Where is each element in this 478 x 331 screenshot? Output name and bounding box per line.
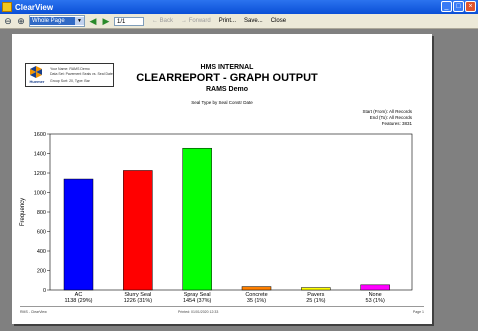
y-tick-label: 1000 [34, 191, 46, 197]
window-title: ClearView [15, 2, 54, 12]
bar-value-label: 1138 (29%) [64, 298, 92, 304]
report-footer: RMS - ClearView Printed: 01/01/2020 12:3… [20, 306, 424, 314]
page-input[interactable]: 1/1 [114, 16, 144, 26]
report-page: Huemer Your Name: RAMS Demo Data Set: Pa… [12, 34, 432, 324]
y-tick-label: 1200 [34, 171, 46, 177]
title-bar: ClearView _ □ × [0, 0, 478, 14]
previous-page-icon[interactable]: ◀ [88, 16, 98, 26]
chevron-down-icon[interactable]: ▼ [75, 17, 84, 25]
bar-value-label: 35 (1%) [247, 298, 266, 304]
plot-frame [49, 133, 413, 291]
bar-value-label: 1454 (37%) [183, 298, 212, 304]
forward-button[interactable]: → Forward [181, 18, 211, 24]
zoom-out-icon[interactable]: ⊖ [3, 16, 13, 26]
y-axis-label: Frequency [20, 198, 26, 226]
footer-page: Page 1 [412, 310, 424, 314]
y-tick-label: 0 [43, 288, 46, 294]
y-tick-label: 1600 [34, 132, 46, 138]
bar-chart: 02004006008001000120014001600FrequencyAC… [20, 132, 413, 304]
y-tick-label: 400 [37, 249, 46, 255]
save-button[interactable]: Save... [244, 18, 263, 24]
y-tick-label: 1400 [34, 152, 46, 158]
bar [301, 287, 331, 291]
report-viewer[interactable]: Huemer Your Name: RAMS Demo Data Set: Pa… [0, 29, 478, 331]
window-controls: _ □ × [441, 1, 476, 12]
bar-value-label: 53 (1%) [366, 298, 385, 304]
bar-value-label: 1226 (31%) [124, 298, 153, 304]
zoom-value: Whole Page [30, 17, 75, 25]
footer-timestamp: Printed: 01/01/2020 12:33 [178, 310, 219, 314]
footer-left: RMS - ClearView [20, 310, 47, 314]
toolbar: ⊖ ⊕ Whole Page ▼ ◀ ▶ 1/1 ← Back → Forwar… [0, 14, 478, 29]
close-window-button[interactable]: × [465, 1, 476, 12]
bar-value-label: 25 (1%) [306, 298, 325, 304]
y-tick-label: 200 [37, 269, 46, 275]
zoom-in-icon[interactable]: ⊕ [16, 16, 26, 26]
forward-label: Forward [188, 18, 211, 24]
back-label: Back [159, 18, 174, 24]
app-icon [2, 2, 12, 12]
close-button[interactable]: Close [271, 18, 286, 24]
bar [182, 147, 212, 291]
y-tick-label: 600 [37, 230, 46, 236]
bar [123, 170, 153, 291]
back-button[interactable]: ← Back [152, 18, 173, 24]
bar [360, 284, 390, 291]
next-page-icon[interactable]: ▶ [101, 16, 111, 26]
y-tick-label: 800 [37, 210, 46, 216]
bar [241, 286, 272, 291]
print-button[interactable]: Print... [219, 18, 236, 24]
maximize-button[interactable]: □ [453, 1, 464, 12]
zoom-select[interactable]: Whole Page ▼ [29, 15, 85, 27]
bar [63, 178, 94, 291]
minimize-button[interactable]: _ [441, 1, 452, 12]
